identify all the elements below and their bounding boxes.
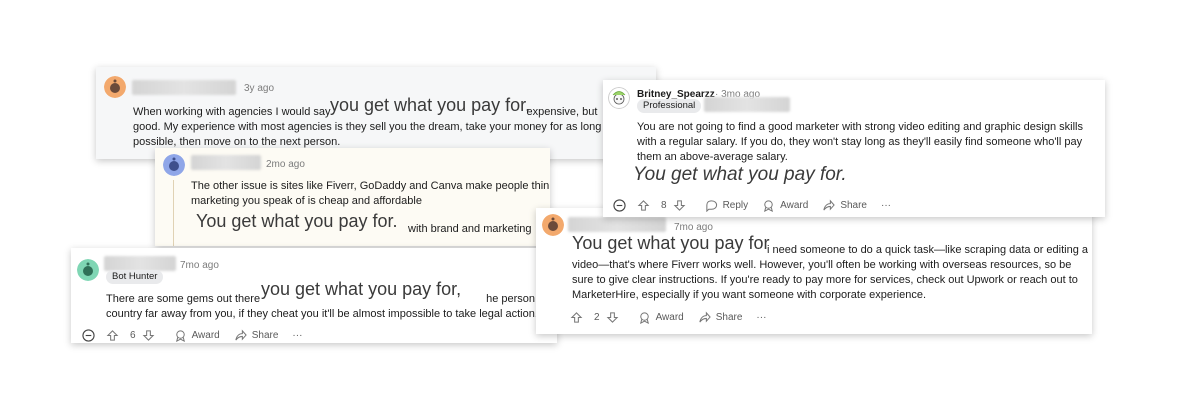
share-button[interactable]: Share — [234, 328, 279, 343]
vote-count: 8 — [661, 200, 667, 211]
user-flair: Professional — [637, 99, 702, 113]
comment-card-2: 2mo ago The other issue is sites like Fi… — [155, 148, 550, 246]
comment-line: video—that's where Fiverr works well. Ho… — [572, 259, 1072, 271]
highlight-phrase: You get what you pay for. — [196, 211, 398, 231]
more-options-button[interactable]: ··· — [881, 198, 891, 213]
share-icon — [822, 199, 836, 213]
share-button[interactable]: Share — [822, 198, 867, 213]
comment-line: sure to give clear instructions. If you'… — [572, 274, 1078, 286]
more-options-button[interactable]: ··· — [292, 328, 302, 343]
comment-line-tail: with brand and marketing — [408, 223, 532, 235]
comment-card-1: 3y ago When working with agencies I woul… — [96, 67, 656, 159]
comment-line-tail: i need someone to do a quick task—like s… — [767, 244, 1089, 256]
reply-icon — [705, 199, 719, 213]
reply-label: Reply — [722, 200, 749, 211]
downvote-icon[interactable] — [606, 311, 620, 325]
comment-line-tail: expensive, but — [526, 106, 598, 118]
timestamp: 7mo ago — [180, 260, 219, 271]
username-redacted — [132, 80, 236, 95]
award-button[interactable]: Award — [762, 198, 808, 213]
comment-line: good. My experience with most agencies i… — [133, 121, 617, 133]
downvote-icon[interactable] — [673, 199, 687, 213]
comment-body: video—that's where Fiverr works well. Ho… — [572, 258, 1078, 303]
snoo-avatar-icon[interactable] — [608, 87, 630, 109]
award-icon — [174, 329, 188, 343]
comment-actions: 6 Award Share ··· — [82, 328, 302, 343]
share-label: Share — [840, 200, 867, 211]
thread-line — [173, 180, 174, 246]
redacted-flair-text — [704, 97, 790, 112]
username-redacted — [191, 155, 261, 170]
snoo-avatar-icon[interactable] — [163, 154, 185, 176]
comment-body: The other issue is sites like Fiverr, Go… — [191, 179, 550, 209]
comment-card-5: 7mo ago You get what you pay for i need … — [536, 208, 1092, 334]
timestamp: 2mo ago — [266, 159, 305, 170]
comment-line: There are some gems out there — [106, 293, 261, 305]
award-label: Award — [191, 330, 220, 341]
share-label: Share — [251, 330, 279, 341]
share-icon — [234, 329, 248, 343]
comment-actions: 2 Award Share ··· — [570, 310, 766, 325]
more-options-button[interactable]: ··· — [756, 310, 766, 325]
comment-line: When working with agencies I would say — [133, 106, 331, 118]
award-button[interactable]: Award — [174, 328, 220, 343]
upvote-icon[interactable] — [637, 199, 651, 213]
vote-count: 6 — [130, 330, 136, 341]
snoo-avatar-icon[interactable] — [77, 259, 99, 281]
upvote-icon[interactable] — [570, 311, 584, 325]
timestamp: 3y ago — [244, 83, 275, 94]
username-redacted — [104, 256, 176, 271]
snoo-avatar-icon[interactable] — [104, 76, 126, 98]
award-label: Award — [780, 200, 809, 211]
highlight-phrase: you get what you pay for. — [330, 95, 531, 115]
comment-line: marketing you speak of is cheap and affo… — [191, 195, 422, 207]
vote-count: 2 — [594, 312, 600, 323]
highlight-phrase: you get what you pay for, — [260, 279, 463, 299]
share-icon — [698, 311, 712, 325]
highlight-phrase: You get what you pay for — [572, 233, 770, 253]
reddit-comments-collage: { "phrase": "You get what you pay for", … — [0, 0, 1200, 400]
user-flair: Bot Hunter — [106, 270, 164, 284]
award-label: Award — [655, 312, 684, 323]
upvote-icon[interactable] — [106, 329, 120, 343]
comment-line: with a regular salary. If you do, they w… — [637, 136, 1083, 148]
comment-line: MarketerHire, especially if you want som… — [572, 289, 926, 301]
award-icon — [638, 311, 652, 325]
comment-line: country far away from you, if they cheat… — [106, 308, 538, 320]
share-button[interactable]: Share — [698, 310, 743, 325]
comment-line: You are not going to find a good markete… — [637, 121, 1083, 133]
comment-line: them an above-average salary. — [637, 151, 788, 163]
highlight-phrase: You get what you pay for. — [633, 164, 847, 185]
comment-body: You are not going to find a good markete… — [637, 120, 1083, 165]
username-redacted — [568, 217, 666, 232]
collapse-icon[interactable] — [82, 328, 96, 343]
award-button[interactable]: Award — [638, 310, 684, 325]
snoo-avatar-icon[interactable] — [542, 214, 564, 236]
comment-actions: 8 Reply Award Share ··· — [613, 198, 891, 213]
comment-card-3: 7mo ago Bot Hunter There are some gems o… — [71, 248, 557, 343]
award-icon — [762, 199, 776, 213]
comment-line: The other issue is sites like Fiverr, Go… — [191, 180, 550, 192]
share-label: Share — [715, 312, 743, 323]
downvote-icon[interactable] — [142, 329, 156, 343]
reply-button[interactable]: Reply — [705, 198, 749, 213]
comment-card-4: Britney_Spearzz · 3mo ago Professional Y… — [603, 80, 1105, 217]
collapse-icon[interactable] — [613, 198, 627, 213]
